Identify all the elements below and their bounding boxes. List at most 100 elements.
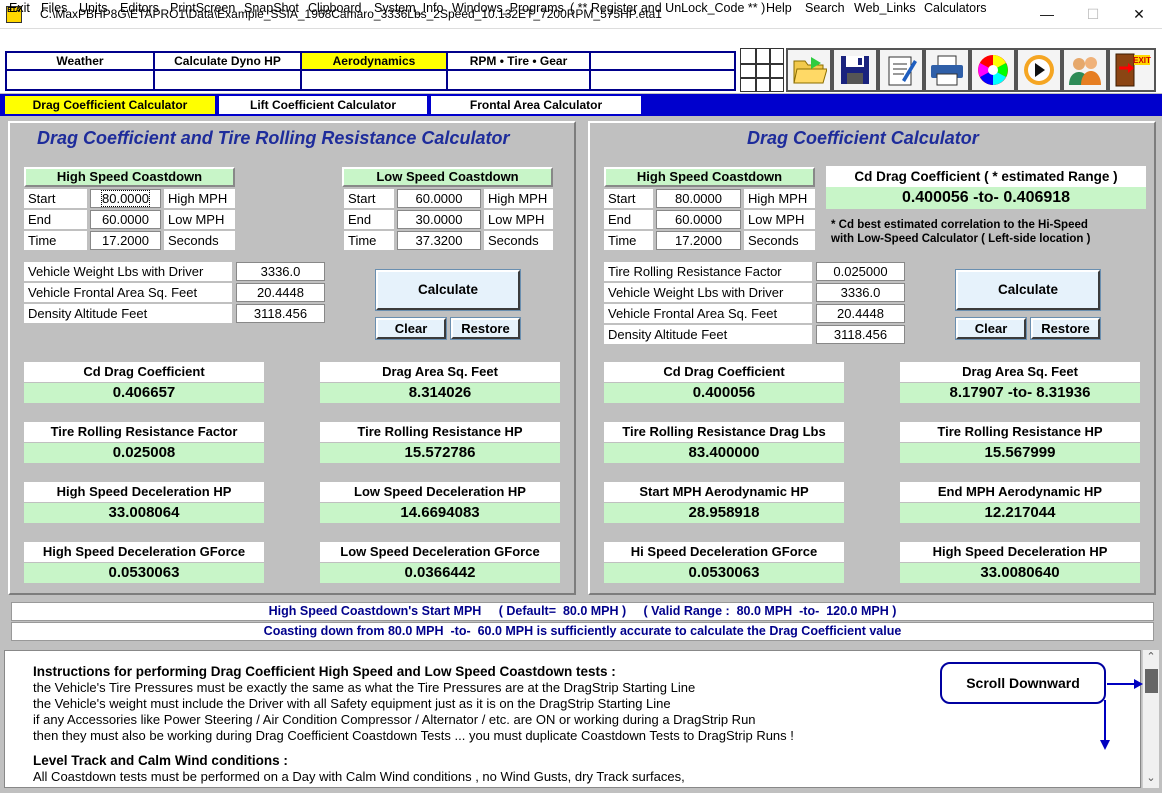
left-density-altitude-input[interactable]: 3118.456	[236, 304, 325, 323]
instruction-line: the Vehicle's Tire Pressures must be exa…	[33, 680, 696, 695]
tab-slot	[7, 71, 155, 89]
right-hs-start-input[interactable]: 80.0000	[656, 189, 741, 208]
open-folder-icon	[793, 57, 827, 84]
result-label: Start MPH Aerodynamic HP	[604, 482, 844, 502]
scroll-thumb[interactable]	[1145, 669, 1158, 693]
right-hs-end-input[interactable]: 60.0000	[656, 210, 741, 229]
print-button[interactable]	[924, 48, 970, 92]
tab-weather[interactable]: Weather	[7, 53, 155, 71]
label-end: End	[604, 210, 653, 229]
result-label: Tire Rolling Resistance Factor	[24, 422, 264, 442]
menu-units[interactable]: Units	[79, 1, 107, 15]
maximize-button[interactable]: ☐	[1070, 0, 1116, 29]
menu-web-links[interactable]: Web_Links	[854, 1, 916, 15]
label-unit: High MPH	[744, 189, 815, 208]
result-value: 14.6694083	[320, 503, 560, 523]
result-value: 0.0530063	[24, 563, 264, 583]
right-clear-button[interactable]: Clear	[955, 317, 1027, 340]
left-vehicle-weight-input[interactable]: 3336.0	[236, 262, 325, 281]
tab-rpm-tire-gear[interactable]: RPM • Tire • Gear	[448, 53, 591, 71]
close-button[interactable]: ✕	[1116, 0, 1162, 29]
menu-editors[interactable]: Editors	[120, 1, 159, 15]
tab-slot	[155, 71, 302, 89]
left-clear-button[interactable]: Clear	[375, 317, 447, 340]
right-vehicle-weight-input[interactable]: 3336.0	[816, 283, 905, 302]
left-hs-start-input[interactable]: 80.0000	[90, 189, 161, 208]
open-folder-button[interactable]	[786, 48, 832, 92]
label-unit: Seconds	[164, 231, 235, 250]
left-ls-start-input[interactable]: 60.0000	[397, 189, 481, 208]
result-value: 28.958918	[604, 503, 844, 523]
left-ls-time-input[interactable]: 37.3200	[397, 231, 481, 250]
save-button[interactable]	[832, 48, 878, 92]
right-calculate-button[interactable]: Calculate	[955, 269, 1101, 311]
color-button[interactable]	[970, 48, 1016, 92]
result-label: Cd Drag Coefficient	[24, 362, 264, 382]
left-ls-end-input[interactable]: 30.0000	[397, 210, 481, 229]
menu-system-info[interactable]: System_Info	[374, 1, 443, 15]
tab-frontal-area-calculator[interactable]: Frontal Area Calculator	[431, 96, 641, 114]
menu-exit[interactable]: Exit	[9, 1, 30, 15]
left-calculate-button[interactable]: Calculate	[375, 269, 521, 311]
result-value: 15.572786	[320, 443, 560, 463]
status-box: High Speed Coastdown's Start MPH ( Defau…	[8, 599, 1156, 643]
label-vehicle-weight: Vehicle Weight Lbs with Driver	[24, 262, 232, 281]
grid-icon[interactable]	[740, 48, 784, 92]
result-label: End MPH Aerodynamic HP	[900, 482, 1140, 502]
menu-register[interactable]: ( ** Register and UnLock_Code ** )	[570, 1, 765, 15]
status-line-2: Coasting down from 80.0 MPH -to- 60.0 MP…	[11, 622, 1154, 641]
color-wheel-icon	[978, 55, 1008, 85]
right-hs-time-input[interactable]: 17.2000	[656, 231, 741, 250]
menu-clipboard[interactable]: Clipboard	[308, 1, 362, 15]
left-high-speed-header: High Speed Coastdown	[24, 167, 235, 187]
result-value: 0.0530063	[604, 563, 844, 583]
tab-lift-coefficient-calculator[interactable]: Lift Coefficient Calculator	[219, 96, 427, 114]
label-unit: High MPH	[484, 189, 553, 208]
menu-files[interactable]: Files	[41, 1, 67, 15]
cd-range-header: Cd Drag Coefficient ( * estimated Range …	[826, 166, 1146, 187]
left-hs-time-input[interactable]: 17.2000	[90, 231, 161, 250]
exit-label: EXIT	[1133, 56, 1151, 65]
edit-button[interactable]	[878, 48, 924, 92]
right-density-altitude-input[interactable]: 3118.456	[816, 325, 905, 344]
left-hs-end-input[interactable]: 60.0000	[90, 210, 161, 229]
label-unit: Seconds	[484, 231, 553, 250]
menu-printscreen[interactable]: PrintScreen	[170, 1, 235, 15]
play-button[interactable]	[1016, 48, 1062, 92]
menu-calculators[interactable]: Calculators	[924, 1, 987, 15]
exit-button[interactable]: EXIT	[1108, 48, 1156, 92]
label-start: Start	[604, 189, 653, 208]
result-value: 15.567999	[900, 443, 1140, 463]
result-label: Drag Area Sq. Feet	[320, 362, 560, 382]
instruction-line: All Coastdown tests must be performed on…	[33, 769, 685, 784]
label-time: Time	[24, 231, 87, 250]
label-unit: High MPH	[164, 189, 235, 208]
instructions-heading: Instructions for performing Drag Coeffic…	[33, 664, 616, 679]
tab-aerodynamics[interactable]: Aerodynamics	[302, 53, 448, 71]
result-value: 33.008064	[24, 503, 264, 523]
result-value: 0.406657	[24, 383, 264, 403]
scroll-downward-callout: Scroll Downward	[940, 662, 1106, 704]
menu-help[interactable]: Help	[766, 1, 792, 15]
menu-windows-programs[interactable]: Windows_Programs	[452, 1, 564, 15]
tab-calculate-dyno-hp[interactable]: Calculate Dyno HP	[155, 53, 302, 71]
result-value: 83.400000	[604, 443, 844, 463]
tab-empty[interactable]	[591, 53, 734, 71]
result-value: 0.025008	[24, 443, 264, 463]
right-restore-button[interactable]: Restore	[1030, 317, 1101, 340]
menu-search[interactable]: Search	[805, 1, 845, 15]
scroll-down-icon[interactable]: ⌄	[1143, 771, 1159, 787]
tab-drag-coefficient-calculator[interactable]: Drag Coefficient Calculator	[5, 96, 215, 114]
scroll-up-icon[interactable]: ⌃	[1143, 650, 1159, 666]
label-time: Time	[604, 231, 653, 250]
left-low-speed-header: Low Speed Coastdown	[342, 167, 553, 187]
users-button[interactable]	[1062, 48, 1108, 92]
minimize-button[interactable]: —	[1024, 0, 1070, 29]
right-frontal-area-input[interactable]: 20.4448	[816, 304, 905, 323]
menu-snapshot[interactable]: SnapShot	[244, 1, 299, 15]
label-end: End	[24, 210, 87, 229]
left-restore-button[interactable]: Restore	[450, 317, 521, 340]
left-frontal-area-input[interactable]: 20.4448	[236, 283, 325, 302]
label-unit: Low MPH	[744, 210, 815, 229]
right-tire-rolling-input[interactable]: 0.025000	[816, 262, 905, 281]
